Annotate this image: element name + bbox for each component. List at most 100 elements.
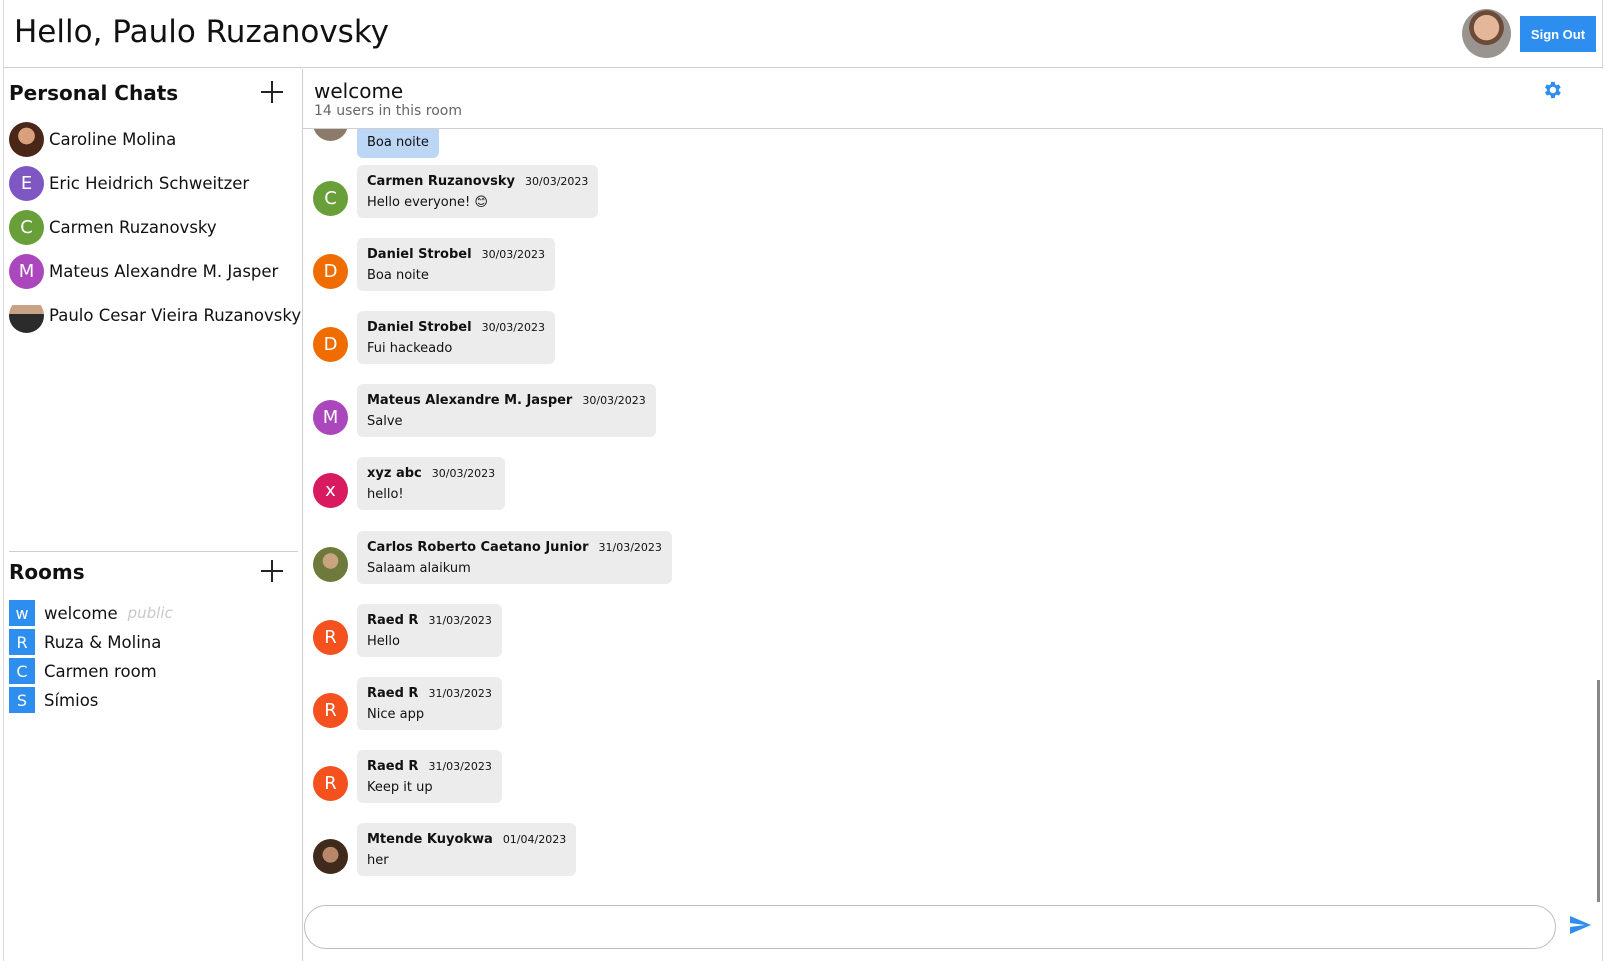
room-header: welcome 14 users in this room — [303, 69, 1603, 129]
message-date: 01/04/2023 — [502, 833, 567, 846]
message-text: Salve — [367, 414, 403, 429]
message-text: hello! — [367, 487, 404, 502]
sign-out-button[interactable]: Sign Out — [1520, 16, 1596, 52]
message-bubble: Raed R 31/03/2023 Hello — [357, 604, 502, 657]
avatar — [313, 839, 348, 874]
message-date: 30/03/2023 — [431, 467, 496, 480]
message-text: Nice app — [367, 707, 425, 722]
avatar: M — [313, 400, 348, 435]
room-item-label: Símios — [44, 690, 99, 710]
message-author: Daniel Strobel — [367, 247, 472, 262]
message-author: Mateus Alexandre M. Jasper — [367, 393, 573, 408]
message-date: 30/03/2023 — [582, 394, 646, 407]
send-icon[interactable] — [1568, 913, 1592, 937]
room-user-count: 14 users in this room — [314, 103, 462, 119]
message-text: Salaam alaikum — [367, 561, 471, 576]
avatar — [9, 121, 44, 157]
message-text: Hello everyone! 😊 — [367, 195, 488, 210]
chat-item-label: Carmen Ruzanovsky — [49, 217, 217, 237]
add-room-plus-icon[interactable] — [261, 560, 283, 582]
message-author: Raed R — [367, 759, 419, 774]
message-bubble: Carmen Ruzanovsky 30/03/2023 Hello everyo… — [357, 165, 599, 218]
chat-item-mateus-jasper[interactable]: M Mateus Alexandre M. Jasper — [9, 253, 299, 289]
avatar: R — [313, 766, 348, 801]
gear-icon[interactable] — [1541, 79, 1563, 101]
message-text: Boa noite — [367, 135, 429, 150]
avatar: C — [9, 209, 44, 245]
room-item-simios[interactable]: S Símios — [9, 687, 299, 713]
message-bubble: Carlos Roberto Caetano Junior 31/03/2023 … — [357, 531, 672, 584]
chat-item-label: Mateus Alexandre M. Jasper — [49, 261, 279, 281]
chat-item-paulo-cesar-vieira-ruzanovsky[interactable]: Paulo Cesar Vieira Ruzanovsky — [9, 297, 302, 333]
message-bubble: Daniel Strobel 30/03/2023 Fui hackeado — [357, 311, 555, 364]
message-input[interactable] — [304, 905, 1556, 949]
room-badge: R — [9, 629, 35, 655]
message-date: 30/03/2023 — [525, 175, 589, 188]
message-author: Carmen Ruzanovsky — [367, 174, 515, 189]
room-item-label: Carmen room — [44, 661, 157, 681]
message-text: Hello — [367, 634, 400, 649]
message-date: 31/03/2023 — [428, 687, 492, 700]
chat-item-label: Caroline Molina — [49, 129, 177, 149]
room-title: welcome — [314, 79, 404, 103]
message-date: 30/03/2023 — [481, 248, 545, 261]
chat-item-caroline-molina[interactable]: Caroline Molina — [9, 121, 299, 157]
message-bubble: Raed R 31/03/2023 Nice app — [357, 677, 502, 730]
room-badge: w — [9, 600, 35, 626]
avatar — [9, 297, 44, 333]
message-bubble: Mateus Alexandre M. Jasper 30/03/2023 Sal… — [357, 384, 656, 437]
message-bubble: Mtende Kuyokwa 01/04/2023 her — [357, 823, 577, 876]
sidebar-divider — [9, 551, 298, 552]
room-item-label: welcome — [44, 603, 118, 623]
room-item-carmen-room[interactable]: C Carmen room — [9, 658, 299, 684]
message-date: 31/03/2023 — [428, 614, 492, 627]
message-date: 31/03/2023 — [598, 541, 662, 554]
message-list[interactable]: Boa noite C Carmen Ruzanovsky 30/03/2023 … — [303, 129, 1601, 905]
avatar: M — [9, 253, 44, 289]
chat-item-label: Eric Heidrich Schweitzer — [49, 173, 250, 193]
message-text: Keep it up — [367, 780, 433, 795]
message-author: Raed R — [367, 686, 419, 701]
message-date: 31/03/2023 — [428, 760, 492, 773]
avatar: D — [313, 254, 348, 289]
scrollbar-thumb[interactable] — [1597, 680, 1600, 902]
rooms-title: Rooms — [9, 560, 85, 584]
avatar: E — [9, 165, 44, 201]
avatar — [313, 129, 348, 141]
message-author: xyz abc — [367, 466, 422, 481]
message-author: Daniel Strobel — [367, 320, 472, 335]
message-bubble: Daniel Strobel 30/03/2023 Boa noite — [357, 238, 555, 291]
room-badge: S — [9, 687, 35, 713]
room-item-label: Ruza & Molina — [44, 632, 162, 652]
avatar — [313, 547, 348, 582]
personal-chats-title: Personal Chats — [9, 81, 179, 105]
room-item-welcome[interactable]: w welcome public — [9, 600, 299, 626]
room-visibility-tag: public — [127, 604, 173, 622]
room-badge: C — [9, 658, 35, 684]
chat-item-label: Paulo Cesar Vieira Ruzanovsky — [49, 305, 302, 325]
add-chat-plus-icon[interactable] — [261, 81, 283, 103]
greeting-title: Hello, Paulo Ruzanovsky — [14, 14, 390, 50]
message-date: 30/03/2023 — [481, 321, 545, 334]
message-text: Boa noite — [367, 268, 429, 283]
message-bubble: Boa noite — [357, 129, 439, 158]
room-item-ruza-molina[interactable]: R Ruza & Molina — [9, 629, 299, 655]
message-author: Raed R — [367, 613, 419, 628]
avatar[interactable] — [1462, 9, 1511, 58]
message-text: Fui hackeado — [367, 341, 453, 356]
sidebar: Personal Chats Caroline Molina E Eric He… — [4, 69, 303, 961]
message-text: her — [367, 853, 389, 868]
message-bubble: Raed R 31/03/2023 Keep it up — [357, 750, 502, 803]
avatar: R — [313, 620, 348, 655]
chat-item-eric-heidrich-schweitzer[interactable]: E Eric Heidrich Schweitzer — [9, 165, 299, 201]
avatar: C — [313, 181, 348, 216]
avatar: x — [313, 473, 348, 508]
message-author: Carlos Roberto Caetano Junior — [367, 540, 589, 555]
message-composer — [303, 905, 1603, 961]
avatar: D — [313, 327, 348, 362]
message-author: Mtende Kuyokwa — [367, 832, 493, 847]
message-bubble: xyz abc 30/03/2023 hello! — [357, 457, 506, 510]
top-bar: Hello, Paulo Ruzanovsky Sign Out — [3, 0, 1603, 68]
chat-item-carmen-ruzanovsky[interactable]: C Carmen Ruzanovsky — [9, 209, 299, 245]
avatar: R — [313, 693, 348, 728]
